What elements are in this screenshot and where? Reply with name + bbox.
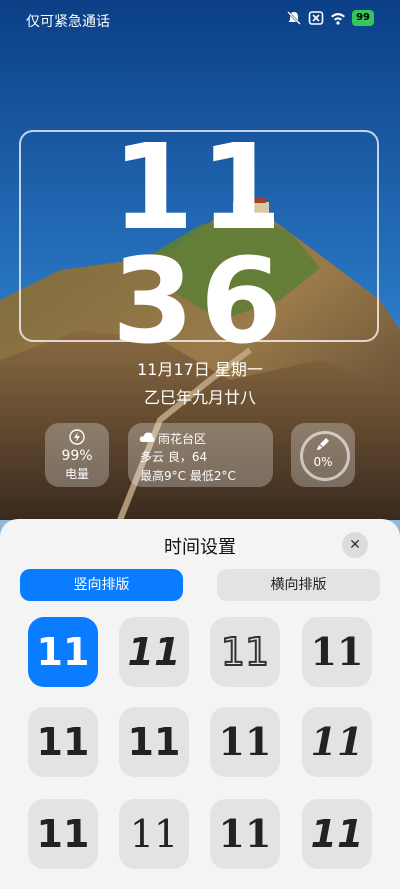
weather-condition: 多云 良，64 <box>140 450 208 464</box>
clock-style-11[interactable]: 11 <box>210 799 280 869</box>
clock-style-6[interactable]: 11 <box>119 707 189 777</box>
clock-style-2[interactable]: 11 <box>119 617 189 687</box>
clock-style-12[interactable]: 11 <box>302 799 372 869</box>
brush-icon <box>317 438 329 450</box>
sheet-title: 时间设置 <box>164 537 236 558</box>
clock-style-5[interactable]: 11 <box>28 707 98 777</box>
clock-style-10[interactable]: 11 <box>119 799 189 869</box>
battery-label: 电量 <box>64 467 89 481</box>
ring-widget[interactable]: 0% <box>291 423 355 487</box>
no-sim-icon <box>308 11 324 25</box>
cloud-icon <box>139 432 155 442</box>
time-settings-sheet: 时间设置 ✕ 竖向排版 横向排版 11 11 11 11 11 11 11 11… <box>0 519 400 889</box>
clock-style-1[interactable]: 11 <box>28 617 98 687</box>
tab-vertical-layout[interactable]: 竖向排版 <box>20 569 183 601</box>
clock-minutes: 36 <box>111 232 289 370</box>
battery-icon: 99 <box>352 10 374 26</box>
battery-widget[interactable]: 99% 电量 <box>45 423 109 487</box>
status-icons: 99 <box>286 10 374 26</box>
weather-location: 雨花台区 <box>158 432 207 446</box>
clock-style-9[interactable]: 11 <box>28 799 98 869</box>
battery-value: 99% <box>61 448 93 464</box>
carrier-label: 仅可紧急通话 <box>26 14 110 30</box>
charging-bolt-icon <box>69 429 85 445</box>
date-lunar: 乙巳年九月廿八 <box>143 388 256 407</box>
ring-value: 0% <box>313 455 333 469</box>
weather-widget[interactable]: 雨花台区 多云 良，64 最高9°C 最低2°C <box>128 423 273 487</box>
mute-icon <box>287 11 301 25</box>
weather-temps: 最高9°C 最低2°C <box>140 469 236 483</box>
clock-style-7[interactable]: 11 <box>210 707 280 777</box>
status-bar: 仅可紧急通话 99 <box>0 0 400 40</box>
date-gregorian: 11月17日 星期一 <box>137 360 263 379</box>
clock-style-3[interactable]: 11 <box>210 617 280 687</box>
clock-style-4[interactable]: 11 <box>302 617 372 687</box>
wifi-icon <box>331 13 346 25</box>
close-button[interactable]: ✕ <box>342 532 368 558</box>
clock-style-8[interactable]: 11 <box>302 707 372 777</box>
tab-horizontal-layout[interactable]: 横向排版 <box>217 569 380 601</box>
close-icon: ✕ <box>349 537 361 553</box>
